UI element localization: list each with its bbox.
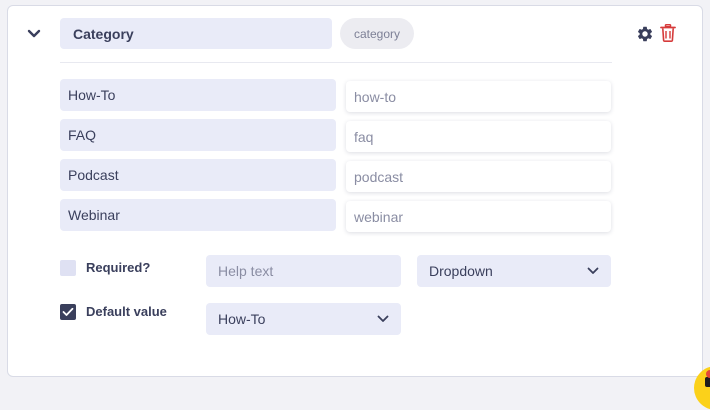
chat-icon [705,377,710,387]
header-divider [60,62,612,63]
required-checkbox[interactable] [60,260,76,276]
chevron-down-icon [587,267,599,274]
field-name-input[interactable]: Category [60,18,332,49]
chevron-down-icon [27,29,41,37]
option-value-input[interactable]: how-to [346,81,611,112]
option-label-input[interactable]: Podcast [60,159,336,191]
default-value-checkbox[interactable] [60,304,76,320]
option-value-input[interactable]: podcast [346,161,611,192]
default-value-text: How-To [218,311,266,327]
notification-badge [706,370,710,378]
default-value-select[interactable]: How-To [206,303,401,335]
option-value-input[interactable]: webinar [346,201,611,232]
chevron-down-icon [377,315,389,322]
required-label: Required? [86,260,151,275]
option-label-input[interactable]: How-To [60,79,336,111]
help-text-input[interactable] [206,255,401,287]
field-slug-badge: category [340,18,414,49]
default-value-label: Default value [86,304,167,319]
option-label-input[interactable]: FAQ [60,119,336,151]
gear-icon[interactable] [636,25,654,43]
option-value-input[interactable]: faq [346,121,611,152]
checkmark-icon [62,307,74,316]
field-type-select[interactable]: Dropdown [417,255,611,287]
collapse-toggle[interactable] [26,25,42,41]
field-type-value: Dropdown [429,263,493,279]
option-label-input[interactable]: Webinar [60,199,336,231]
trash-icon[interactable] [660,24,676,42]
